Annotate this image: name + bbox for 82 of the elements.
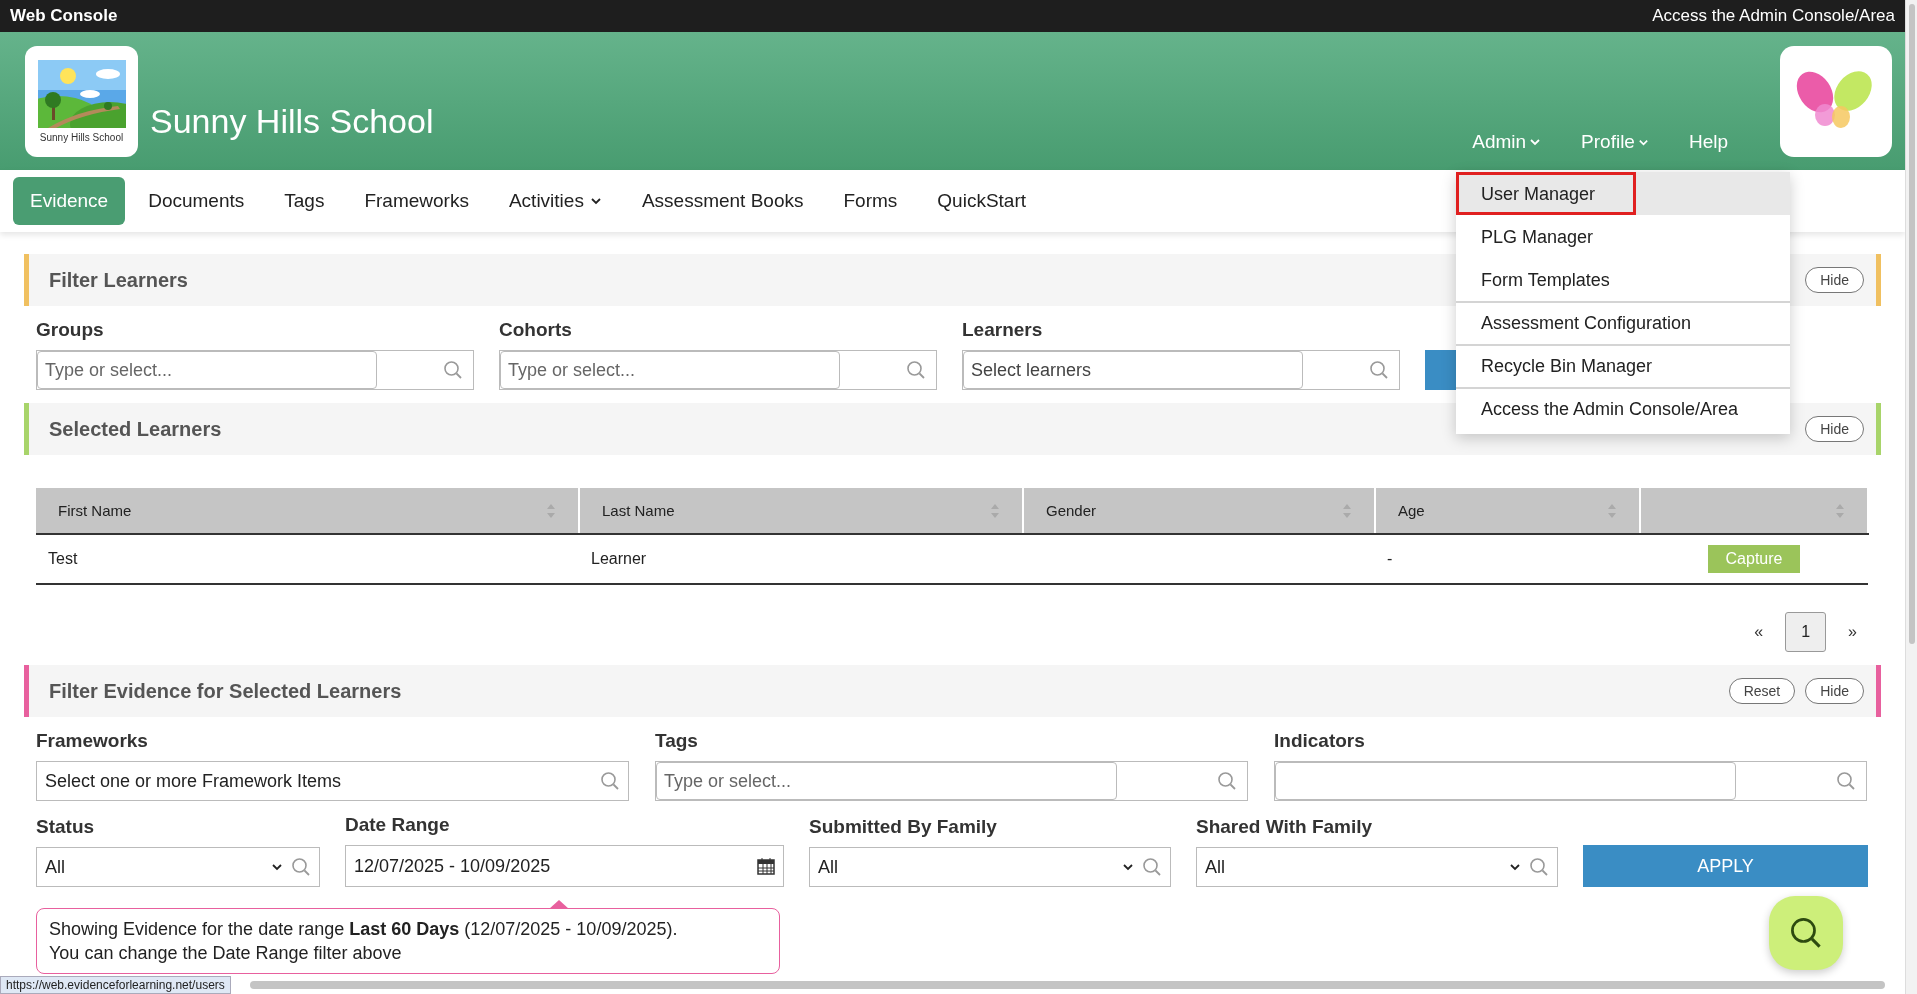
hide-button[interactable]: Hide — [1805, 678, 1864, 704]
status-url: https://web.evidenceforlearning.net/users — [0, 976, 231, 994]
panel-title: Filter Evidence for Selected Learners — [49, 679, 402, 703]
notice-text: Showing Evidence for the date range Last 60 Days (12/07/2025 - 10/09/2025). You can change the Date Range filter above — [49, 918, 679, 965]
search-icon — [1529, 857, 1549, 877]
notice-pointer — [549, 900, 569, 909]
column-header[interactable]: Last Name — [579, 488, 1023, 534]
nav-tab[interactable]: Forms — [826, 177, 915, 225]
field-label: Indicators — [1274, 730, 1366, 752]
field-label: Learners — [962, 319, 1044, 341]
nav-tab[interactable]: Documents — [131, 177, 262, 225]
select-field[interactable]: All — [809, 847, 1171, 887]
search-icon — [1789, 916, 1823, 950]
reset-button[interactable]: Reset — [1728, 678, 1796, 704]
table-cell: - — [1387, 550, 1393, 567]
apply-button[interactable]: APPLY — [1583, 845, 1868, 887]
search-icon — [906, 360, 926, 380]
combo-field[interactable]: Type or select... — [36, 350, 474, 390]
nav-tab[interactable]: Tags — [267, 177, 342, 225]
field-label: Date Range — [345, 814, 451, 836]
dropdown-menu-item[interactable]: Access the Admin Console/Area — [1456, 387, 1790, 430]
sort-icon[interactable] — [990, 502, 1000, 519]
nav-tab[interactable]: Activities — [491, 177, 619, 225]
app-title: Web Console — [10, 6, 118, 26]
field-label: Frameworks — [36, 730, 149, 752]
sort-icon[interactable] — [1342, 502, 1352, 519]
search-icon — [1217, 771, 1237, 791]
dropdown-menu-item[interactable]: Form Templates — [1456, 258, 1790, 301]
field-label: Tags — [655, 730, 699, 752]
search-icon — [1369, 360, 1389, 380]
previous-page-link[interactable]: « — [1754, 623, 1764, 641]
chevron-down-icon — [1509, 861, 1521, 873]
butterfly-logo-icon — [1780, 46, 1892, 157]
search-icon — [600, 771, 620, 791]
search-field[interactable]: Select one or more Framework Items — [36, 761, 629, 801]
dropdown-menu-item[interactable]: Assessment Configuration — [1456, 301, 1790, 344]
school-name: Sunny Hills School — [150, 102, 434, 141]
column-header[interactable]: Gender — [1023, 488, 1375, 534]
hide-button[interactable]: Hide — [1805, 416, 1864, 442]
calendar-icon — [757, 857, 775, 875]
nav-tab[interactable]: Assessment Books — [624, 177, 821, 225]
column-header[interactable]: First Name — [36, 488, 579, 534]
column-header[interactable]: Age — [1375, 488, 1640, 534]
combo-field[interactable]: Type or select... — [655, 761, 1248, 801]
nav-tab[interactable]: Frameworks — [347, 177, 486, 225]
search-icon — [443, 360, 463, 380]
dropdown-menu-item[interactable]: PLG Manager — [1456, 215, 1790, 258]
chevron-down-icon — [1122, 861, 1134, 873]
field-label: Cohorts — [499, 319, 573, 341]
search-icon — [1836, 771, 1856, 791]
nav-tab[interactable]: QuickStart — [920, 177, 1043, 225]
table-cell: Learner — [591, 550, 647, 567]
vertical-scrollbar[interactable] — [1905, 0, 1917, 994]
page-link[interactable]: 1 — [1785, 612, 1827, 652]
field-label: Submitted By Family — [809, 816, 998, 838]
select-field[interactable]: All — [1196, 847, 1558, 887]
search-icon — [1142, 857, 1162, 877]
sort-icon[interactable] — [1607, 502, 1617, 519]
combo-field[interactable]: Select learners — [962, 350, 1400, 390]
search-icon — [291, 857, 311, 877]
hide-button[interactable]: Hide — [1805, 267, 1864, 293]
select-field[interactable]: All — [36, 847, 320, 887]
table-cell: Test — [48, 550, 78, 567]
sort-icon[interactable] — [1835, 502, 1845, 519]
field-label: Status — [36, 816, 96, 838]
search-button[interactable] — [1769, 896, 1843, 970]
field-label: Shared With Family — [1196, 816, 1374, 838]
panel-title: Selected Learners — [49, 417, 222, 441]
panel-title: Filter Learners — [49, 268, 188, 292]
field-label: Groups — [36, 319, 105, 341]
date-range-field[interactable]: 12/07/2025 - 10/09/2025 — [345, 845, 784, 887]
combo-field[interactable]: Type or select... — [499, 350, 937, 390]
chevron-down-icon — [271, 861, 283, 873]
dropdown-menu-item[interactable]: User Manager — [1456, 172, 1636, 215]
dropdown-menu-item[interactable]: Recycle Bin Manager — [1456, 344, 1790, 387]
combo-field[interactable] — [1274, 761, 1867, 801]
horizontal-scrollbar[interactable] — [250, 981, 1885, 989]
column-header[interactable] — [1640, 488, 1868, 534]
sort-icon[interactable] — [546, 502, 556, 519]
admin-console-link[interactable]: Access the Admin Console/Area — [1652, 6, 1895, 26]
next-page-link[interactable]: » — [1848, 623, 1857, 641]
logo-caption: Sunny Hills School — [39, 132, 124, 143]
